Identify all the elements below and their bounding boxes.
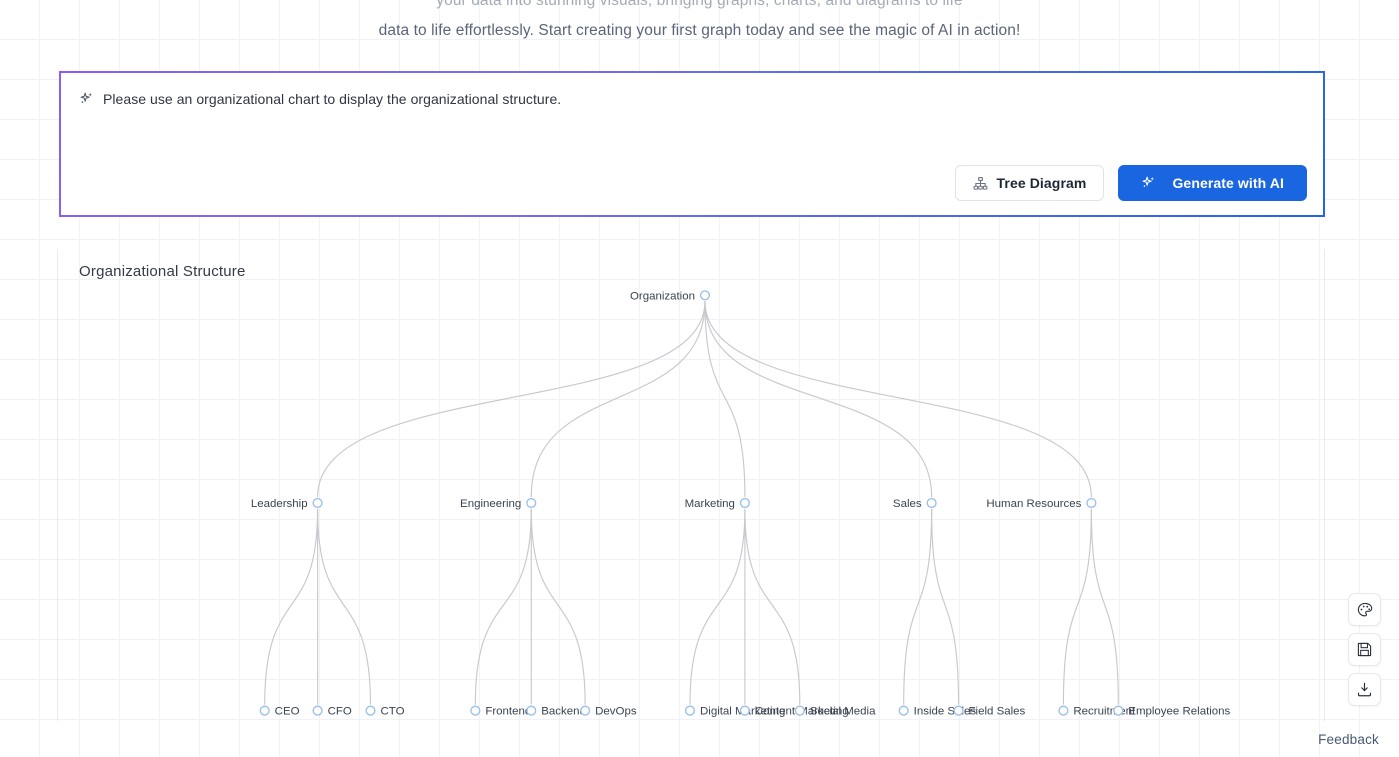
sparkle-icon: [80, 92, 92, 103]
tree-node-label: Human Resources: [986, 498, 1081, 510]
tree-node-circle[interactable]: [259, 705, 270, 716]
download-icon: [1357, 682, 1372, 697]
tree-node-circle[interactable]: [739, 705, 751, 716]
tree-node-circle[interactable]: [684, 705, 696, 716]
tree-node-cfo[interactable]: CFO: [312, 705, 352, 718]
tree-node-label: Recruitment: [1073, 706, 1136, 718]
generate-with-ai-button-label: Generate with AI: [1172, 175, 1284, 191]
tree-link: [317, 301, 706, 497]
intro-line-1: your data into stunning visuals, bringin…: [436, 0, 963, 9]
tree-node-ceo[interactable]: CEO: [259, 705, 300, 718]
tree-node-label: CEO: [275, 706, 300, 718]
organizational-chart[interactable]: Organization Leadership Engineering Marketi…: [58, 249, 1324, 721]
tree-node-circle[interactable]: [526, 497, 537, 509]
tree-node-label: DevOps: [595, 706, 637, 718]
app-root: your data into stunning visuals, bringin…: [0, 0, 1399, 757]
tree-link: [264, 508, 319, 705]
feedback-link[interactable]: Feedback: [1318, 732, 1379, 747]
tree-node-organization[interactable]: Organization: [630, 290, 711, 302]
tree-node-label: Social Media: [810, 706, 876, 718]
tree-node-employee-relations[interactable]: Employee Relations: [1113, 705, 1231, 718]
tree-link: [744, 508, 801, 705]
prompt-card[interactable]: Please use an organizational chart to di…: [59, 71, 1325, 217]
tree-node-label: Marketing: [685, 498, 735, 510]
tree-link: [530, 301, 706, 497]
tree-node-label: Sales: [893, 498, 922, 510]
palette-button[interactable]: [1348, 593, 1381, 626]
tree-node-backend[interactable]: Backend: [526, 705, 586, 718]
intro-line-2: data to life effortlessly. Start creatin…: [378, 22, 1021, 39]
tree-link: [474, 508, 532, 705]
tree-node-label: Backend: [541, 706, 586, 718]
tree-link: [1090, 508, 1119, 705]
diagram-panel[interactable]: Organizational Structure Organization Lea…: [57, 249, 1325, 721]
tree-node-circle[interactable]: [739, 497, 751, 509]
tree-link: [689, 508, 746, 705]
tree-node-label: Employee Relations: [1128, 706, 1230, 718]
tree-node-devops[interactable]: DevOps: [580, 705, 637, 718]
tree-node-label: CFO: [328, 706, 352, 718]
tree-node-sales[interactable]: Sales: [893, 497, 937, 510]
tree-node-circle[interactable]: [1086, 497, 1097, 509]
tree-diagram-button-label: Tree Diagram: [996, 175, 1087, 191]
generate-with-ai-button[interactable]: Generate with AI: [1118, 165, 1307, 201]
sparkle-icon: [1142, 176, 1155, 187]
tree-node-label: Engineering: [460, 498, 521, 510]
palette-icon: [1357, 602, 1372, 616]
intro-copy: your data into stunning visuals, bringin…: [0, 0, 1399, 46]
tree-node-circle[interactable]: [699, 290, 711, 301]
save-icon: [1357, 642, 1372, 657]
tree-node-frontend[interactable]: Frontend: [470, 705, 531, 718]
tree-diagram-button[interactable]: Tree Diagram: [954, 165, 1105, 201]
tree-node-circle[interactable]: [1058, 705, 1069, 716]
tree-node-circle[interactable]: [526, 705, 537, 716]
save-button[interactable]: [1348, 633, 1381, 666]
tree-node-circle[interactable]: [580, 705, 591, 716]
tree-link: [704, 301, 1092, 497]
tree-node-circle[interactable]: [365, 705, 376, 716]
tree-node-leadership[interactable]: Leadership: [251, 497, 323, 510]
tree-link: [317, 508, 372, 705]
tree-node-label: Organization: [630, 290, 695, 302]
tree-node-human-resources[interactable]: Human Resources: [986, 497, 1097, 510]
prompt-actions: Tree Diagram Generate with AI: [954, 165, 1307, 201]
tree-node-cto[interactable]: CTO: [365, 705, 405, 718]
prompt-row: Please use an organizational chart to di…: [79, 89, 1305, 109]
download-button[interactable]: [1348, 673, 1381, 706]
prompt-text: Please use an organizational chart to di…: [103, 91, 562, 107]
tree-node-circle[interactable]: [1113, 705, 1124, 716]
tree-node-circle[interactable]: [312, 497, 323, 509]
tree-link: [704, 301, 933, 497]
tree-node-marketing[interactable]: Marketing: [685, 497, 751, 510]
tree-node-recruitment[interactable]: Recruitment: [1058, 705, 1136, 718]
tree-link: [903, 508, 933, 705]
tree-node-label: Field Sales: [969, 706, 1026, 718]
tree-node-engineering[interactable]: Engineering: [460, 497, 537, 510]
tree-node-circle[interactable]: [794, 705, 805, 716]
tree-node-label: Inside Sales: [914, 706, 977, 718]
tree-node-circle[interactable]: [926, 497, 937, 509]
tree-node-label: Leadership: [251, 498, 308, 510]
tool-rail: [1348, 593, 1381, 706]
tree-link: [1062, 508, 1092, 705]
tree-node-inside-sales[interactable]: Inside Sales: [898, 705, 977, 718]
tree-diagram-icon: [973, 176, 987, 190]
tree-node-label: CTO: [380, 706, 404, 718]
tree-node-label: Frontend: [485, 706, 531, 718]
tree-node-circle[interactable]: [898, 705, 909, 716]
tree-node-circle[interactable]: [312, 705, 323, 716]
tree-link: [931, 508, 960, 705]
tree-node-circle[interactable]: [470, 705, 481, 716]
tree-node-circle[interactable]: [953, 705, 964, 716]
tree-link: [530, 508, 586, 705]
